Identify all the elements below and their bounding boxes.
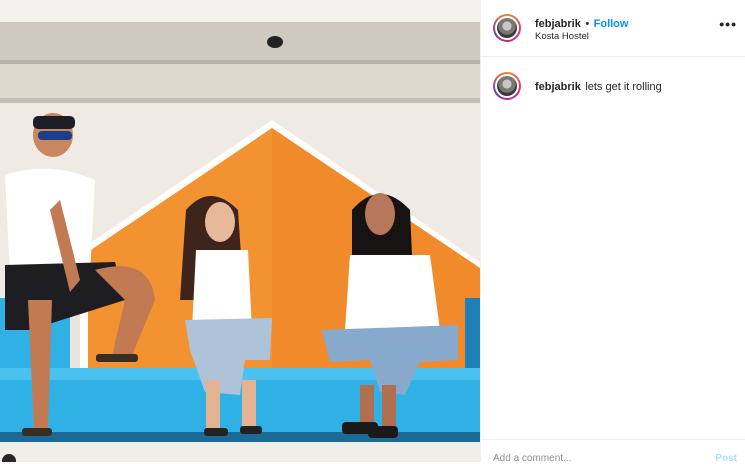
photo-scene bbox=[0, 0, 480, 462]
comment-input[interactable]: Add a comment... bbox=[493, 453, 571, 464]
caption-username[interactable]: febjabrik bbox=[535, 81, 581, 93]
caption-content: febjabrik lets get it rolling bbox=[535, 77, 662, 95]
header-title-row: febjabrik • Follow bbox=[535, 14, 628, 32]
more-horizontal-icon[interactable]: ••• bbox=[719, 16, 737, 32]
post-side-panel: febjabrik • Follow Kosta Hostel ••• febj… bbox=[480, 0, 745, 464]
overlay-indicator-icon[interactable] bbox=[2, 454, 16, 462]
caption-avatar[interactable] bbox=[493, 72, 521, 100]
post-photo[interactable] bbox=[0, 0, 480, 462]
caption-avatar-image bbox=[497, 76, 517, 96]
header-username[interactable]: febjabrik bbox=[535, 18, 581, 30]
comment-bar: Add a comment... Post bbox=[481, 439, 745, 464]
follow-button[interactable]: Follow bbox=[594, 18, 629, 30]
post-comment-button[interactable]: Post bbox=[715, 453, 737, 464]
caption-text: lets get it rolling bbox=[585, 81, 662, 93]
avatar[interactable] bbox=[493, 14, 521, 42]
avatar-image bbox=[497, 18, 517, 38]
separator-dot: • bbox=[585, 18, 590, 30]
post-header: febjabrik • Follow Kosta Hostel ••• bbox=[481, 0, 745, 57]
location-link[interactable]: Kosta Hostel bbox=[535, 31, 589, 42]
